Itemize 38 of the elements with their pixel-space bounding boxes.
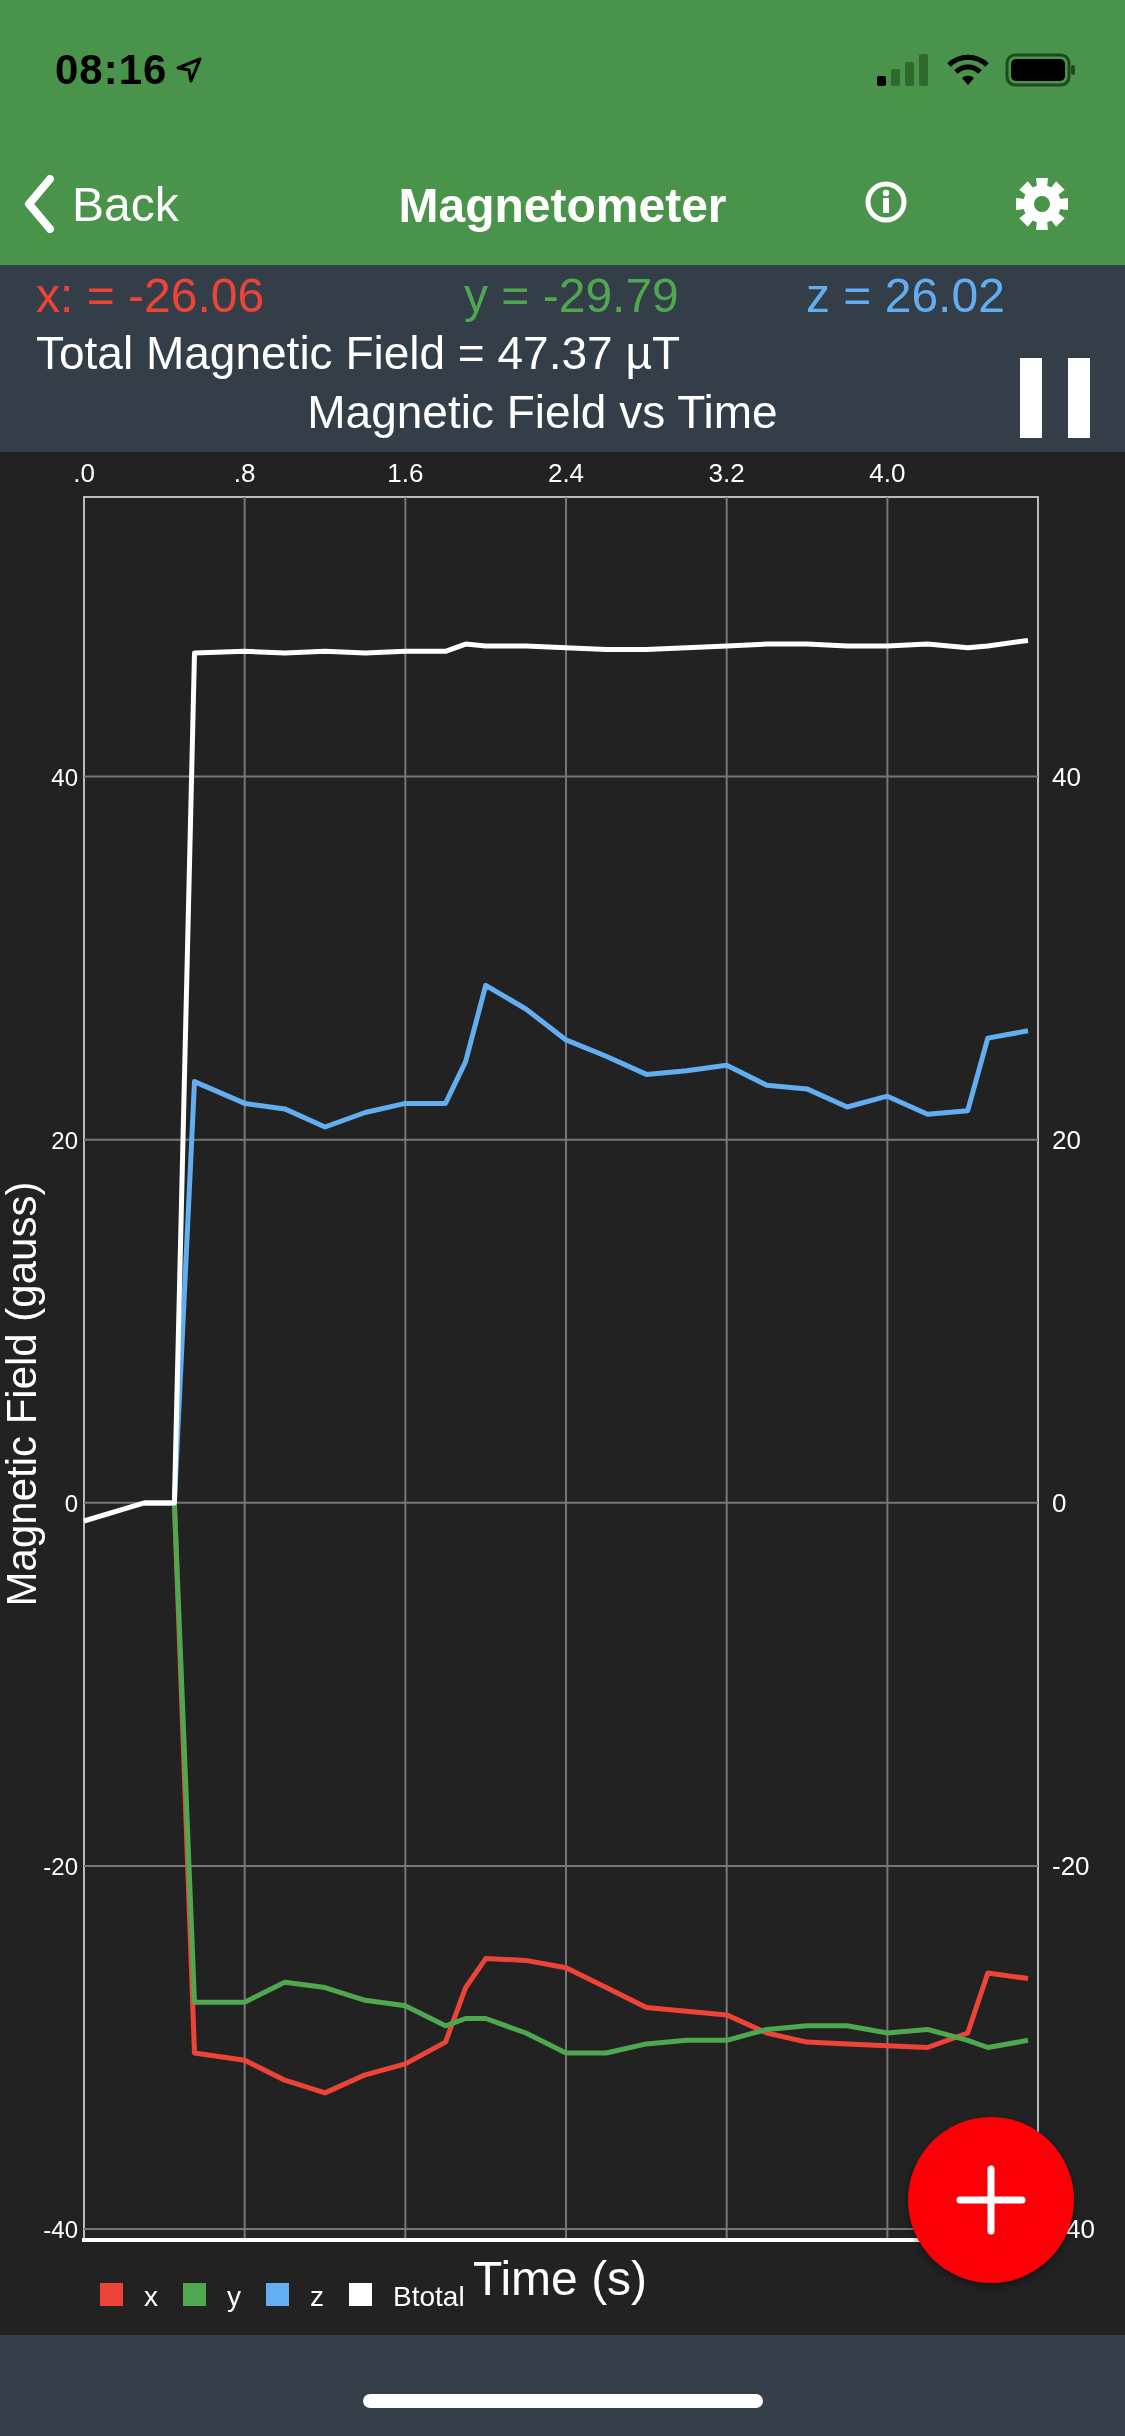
y-tick-label: 0 — [64, 1489, 78, 1517]
y-tick-label: -20 — [43, 1853, 78, 1880]
location-arrow-icon — [175, 56, 204, 84]
x-tick-label: 4.0 — [869, 458, 906, 488]
total-field-label: Total Magnetic Field = 47.37 µT — [36, 326, 680, 380]
x-tick-label: .8 — [233, 458, 256, 488]
battery-icon — [1005, 53, 1077, 87]
x-axis-title: Time (s) — [472, 2252, 648, 2305]
chevron-left-icon — [24, 175, 54, 233]
x-tick-label: 2.4 — [547, 458, 585, 488]
x-tick-label: 3.2 — [708, 458, 745, 488]
y-tick-label: -40 — [43, 2216, 78, 2244]
chart-title: Magnetic Field vs Time — [307, 385, 778, 439]
y-tick-label: 40 — [1052, 761, 1081, 792]
legend-label: Btotal — [393, 2281, 465, 2312]
info-button[interactable] — [864, 180, 908, 224]
status-time: 08:16 — [55, 46, 168, 94]
y-tick-label: 40 — [1066, 2214, 1095, 2245]
legend-label: z — [310, 2281, 324, 2312]
y-axis-title: Magnetic Field (gauss) — [0, 1181, 45, 1607]
legend-label: x — [144, 2281, 158, 2312]
x-tick-label: 1.6 — [387, 458, 424, 488]
signal-icon — [877, 54, 931, 86]
plus-icon — [956, 2165, 1026, 2235]
settings-button[interactable] — [1014, 176, 1070, 232]
screen-title: Magnetometer — [398, 179, 727, 232]
y-tick-label: 40 — [51, 763, 78, 791]
legend-label: y — [227, 2281, 241, 2312]
wifi-icon — [945, 53, 991, 87]
axis-reading: x: = -26.06 — [36, 267, 266, 323]
back-button[interactable]: Back — [24, 172, 179, 236]
axis-reading: z = 26.02 — [806, 267, 1005, 323]
y-tick-label: 20 — [51, 1126, 78, 1154]
y-tick-label: 20 — [1052, 1124, 1081, 1155]
y-tick-label: -20 — [1052, 1851, 1090, 1881]
axis-reading: y = -29.79 — [464, 267, 680, 323]
y-tick-label: 0 — [1052, 1487, 1067, 1518]
x-tick-label: .0 — [73, 458, 95, 488]
